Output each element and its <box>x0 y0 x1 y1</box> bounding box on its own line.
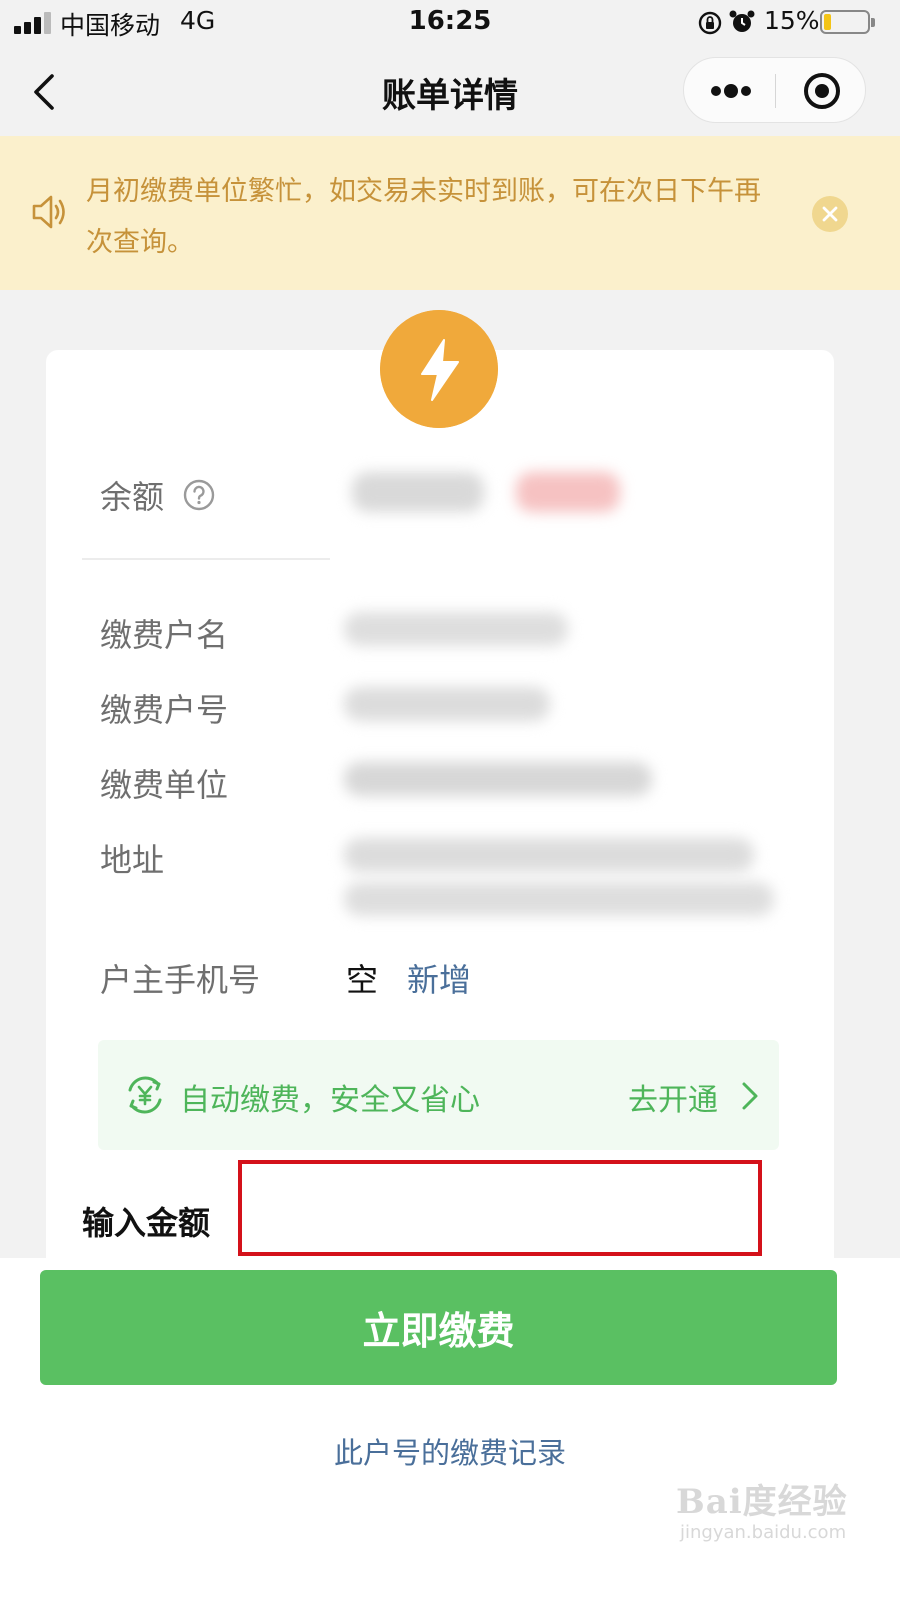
close-icon[interactable] <box>812 196 848 232</box>
notice-banner: 月初缴费单位繁忙，如交易未实时到账，可在次日下午再次查询。 <box>0 136 900 290</box>
field-label-account-number: 缴费户号 <box>100 691 229 729</box>
field-label-address: 地址 <box>100 841 165 879</box>
add-phone-link[interactable]: 新增 <box>407 955 471 1001</box>
owner-phone-label: 户主手机号 <box>100 961 261 999</box>
miniprogram-close-icon[interactable] <box>776 58 867 124</box>
speaker-icon <box>32 195 65 229</box>
orientation-lock-icon <box>698 11 722 35</box>
alarm-icon <box>729 10 755 32</box>
balance-status-redacted <box>516 472 620 512</box>
account-number-redacted <box>344 687 550 721</box>
chevron-right-icon <box>742 1082 758 1110</box>
balance-value-redacted <box>352 472 484 512</box>
watermark: Bai度经验 jingyan.baidu.com <box>676 1474 876 1554</box>
miniprogram-capsule <box>683 57 866 123</box>
amount-label: 输入金额 <box>82 1204 211 1242</box>
pay-now-button[interactable]: 立即缴费 <box>40 1270 837 1385</box>
notice-text: 月初缴费单位繁忙，如交易未实时到账，可在次日下午再次查询。 <box>86 176 761 258</box>
autopay-enable-link[interactable]: 去开通 <box>628 1075 718 1119</box>
battery-percent: 15% <box>764 6 820 35</box>
amount-input[interactable] <box>238 1160 762 1256</box>
autopay-text: 自动缴费，安全又省心 <box>180 1083 480 1118</box>
help-icon[interactable] <box>182 478 216 512</box>
autopay-banner[interactable]: 自动缴费，安全又省心 去开通 <box>98 1040 779 1150</box>
status-bar: 中国移动 4G 16:25 15% <box>0 0 900 46</box>
address-line2-redacted <box>344 882 774 916</box>
watermark-main: Bai度经验 <box>676 1482 848 1522</box>
balance-label: 余额 <box>100 478 165 516</box>
battery-icon <box>820 10 875 34</box>
field-label-account-name: 缴费户名 <box>100 616 229 654</box>
payee-unit-redacted <box>344 762 652 796</box>
lightning-icon <box>380 310 498 428</box>
yen-cycle-icon <box>128 1076 162 1114</box>
owner-phone-value: 空 <box>346 961 379 999</box>
watermark-url: jingyan.baidu.com <box>680 1522 847 1543</box>
nav-bar: 账单详情 <box>0 46 900 136</box>
field-label-payee-unit: 缴费单位 <box>100 766 229 804</box>
more-icon[interactable] <box>684 58 775 124</box>
payment-history-link[interactable]: 此户号的缴费记录 <box>0 1430 900 1472</box>
balance-divider <box>82 558 330 560</box>
address-line1-redacted <box>344 838 754 872</box>
account-name-redacted <box>344 612 568 646</box>
